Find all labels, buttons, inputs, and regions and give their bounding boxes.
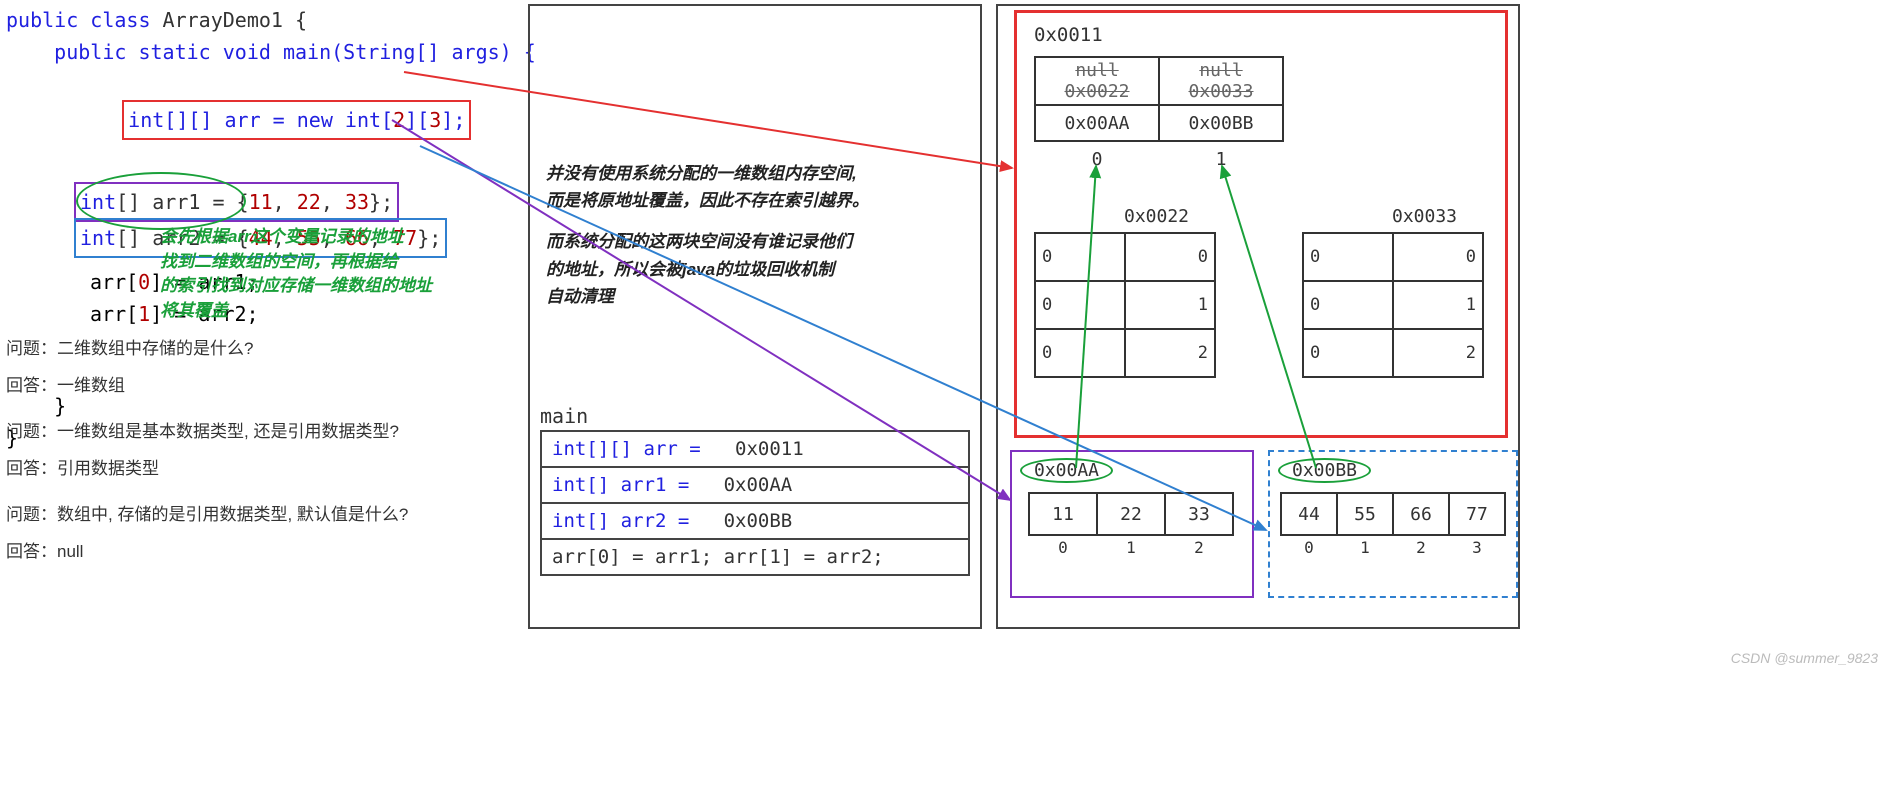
array-bb-table: 44 55 66 77 0 1 2 3 [1280, 492, 1506, 559]
green-ellipse [76, 172, 246, 230]
stack-row: int[] arr1 = 0x00AA [542, 468, 968, 504]
cell: 11 [1029, 493, 1097, 535]
index-label: 0 [1029, 535, 1097, 559]
heap-addr-00bb: 0x00BB [1278, 458, 1371, 483]
outer-cell-0: null 0x0022 [1035, 57, 1159, 105]
watermark: CSDN @summer_9823 [1731, 650, 1878, 666]
heap-addr-00aa: 0x00AA [1020, 458, 1113, 483]
stack-frame-body: int[][] arr = 0x0011 int[] arr1 = 0x00AA… [540, 430, 970, 576]
a2: 回答：引用数据类型 [6, 450, 408, 487]
heap-addr-0022: 0x0022 [1124, 206, 1189, 227]
code-line-new-array: int[][] arr = new int[2][3]; [74, 68, 516, 172]
outer-cell-1: null 0x0033 [1159, 57, 1283, 105]
red-highlight-box: int[][] arr = new int[2][3]; [122, 100, 471, 140]
index-label: 0 [1035, 141, 1159, 177]
index-label: 1 [1097, 535, 1165, 559]
outer-cell-0-new: 0x00AA [1035, 105, 1159, 141]
cell: 22 [1097, 493, 1165, 535]
cell: 55 [1337, 493, 1393, 535]
index-label: 3 [1449, 535, 1505, 559]
stack-row: arr[0] = arr1; arr[1] = arr2; [542, 540, 968, 574]
stack-row: int[][] arr = 0x0011 [542, 432, 968, 468]
sub-array-0022: 00 01 02 [1034, 232, 1216, 378]
array-aa-table: 11 22 33 0 1 2 [1028, 492, 1234, 559]
index-label: 2 [1393, 535, 1449, 559]
index-label: 1 [1159, 141, 1283, 177]
cell: 77 [1449, 493, 1505, 535]
green-annotation: 会先根据arr这个变量记录的地址 找到二维数组的空间，再根据给 的索引找到对应存… [160, 225, 480, 324]
cell: 33 [1165, 493, 1233, 535]
qa-section: 问题：二维数组中存储的是什么? 回答：一维数组 问题：一维数组是基本数据类型, … [6, 330, 408, 570]
cell: 66 [1393, 493, 1449, 535]
q3: 问题：数组中, 存储的是引用数据类型, 默认值是什么? [6, 496, 408, 533]
stack-row: int[] arr2 = 0x00BB [542, 504, 968, 540]
code-line-main: public static void main(String[] args) { [6, 36, 516, 68]
code-line-class: public class ArrayDemo1 { [6, 4, 516, 36]
heap-addr-0033: 0x0033 [1392, 206, 1457, 227]
q2: 问题：一维数组是基本数据类型, 还是引用数据类型? [6, 413, 408, 450]
q1: 问题：二维数组中存储的是什么? [6, 330, 408, 367]
stack-frame-label: main [540, 404, 970, 428]
stack-frame-main: main int[][] arr = 0x0011 int[] arr1 = 0… [540, 404, 970, 576]
outer-array-table: null 0x0022 null 0x0033 0x00AA 0x00BB 0 … [1034, 56, 1284, 177]
heap-addr-0011: 0x0011 [1034, 24, 1103, 46]
sub-array-0033: 00 01 02 [1302, 232, 1484, 378]
a3: 回答：null [6, 533, 408, 570]
cell: 44 [1281, 493, 1337, 535]
heap-explanation: 并没有使用系统分配的一维数组内存空间, 而是将原地址覆盖，因此不存在索引越界。 … [546, 160, 966, 310]
index-label: 0 [1281, 535, 1337, 559]
a1: 回答：一维数组 [6, 367, 408, 404]
index-label: 2 [1165, 535, 1233, 559]
index-label: 1 [1337, 535, 1393, 559]
outer-cell-1-new: 0x00BB [1159, 105, 1283, 141]
